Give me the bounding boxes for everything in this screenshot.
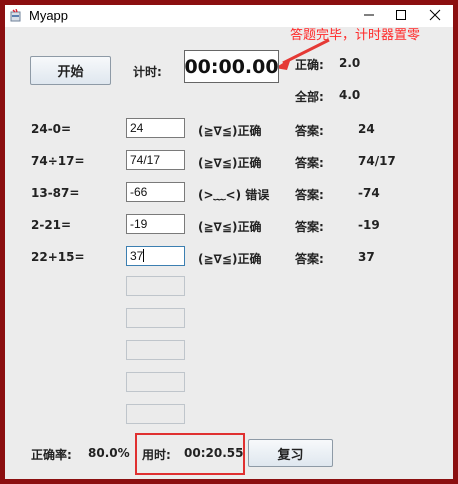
maximize-button[interactable] — [385, 5, 417, 25]
accuracy-value: 80.0% — [88, 446, 130, 460]
result-status: (≧∇≦)正确 — [198, 220, 262, 234]
question-text: 13-87= — [31, 186, 80, 200]
close-button[interactable] — [419, 5, 451, 25]
result-status: (≧∇≦)正确 — [198, 124, 262, 138]
result-status: (≧∇≦)正确 — [198, 252, 262, 266]
app-window: Myapp 答题完毕，计时器置零 开始 计时: 00:00.00 正确: 2.0… — [5, 5, 453, 479]
empty-answer-input — [126, 372, 185, 392]
empty-answer-input — [126, 340, 185, 360]
question-text: 24-0= — [31, 122, 72, 136]
result-status: (>﹏<) 错误 — [198, 188, 270, 202]
answer-input-value: 37 — [130, 249, 144, 263]
answer-label: 答案: — [295, 124, 324, 138]
timer-label: 计时: — [133, 65, 162, 79]
accuracy-label: 正确率: — [31, 448, 72, 462]
answer-label: 答案: — [295, 156, 324, 170]
answer-input[interactable]: -19 — [126, 214, 185, 234]
java-app-icon — [10, 9, 21, 22]
total-label: 全部: — [295, 90, 324, 104]
empty-answer-input — [126, 404, 185, 424]
correct-answer: 74/17 — [358, 154, 396, 168]
correct-answer: -74 — [358, 186, 380, 200]
correct-value: 2.0 — [339, 56, 361, 70]
question-text: 2-21= — [31, 218, 72, 232]
answer-input[interactable]: 74/17 — [126, 150, 185, 170]
question-text: 22+15= — [31, 250, 85, 264]
question-text: 74÷17= — [31, 154, 85, 168]
start-button[interactable]: 开始 — [30, 56, 111, 85]
answer-input[interactable]: 24 — [126, 118, 185, 138]
result-status: (≧∇≦)正确 — [198, 156, 262, 170]
elapsed-label: 用时: — [142, 448, 171, 462]
elapsed-value: 00:20.55 — [184, 446, 244, 460]
timer-display: 00:00.00 — [184, 50, 279, 83]
maximize-icon — [396, 10, 406, 20]
correct-answer: -19 — [358, 218, 380, 232]
text-caret — [143, 249, 145, 262]
answer-label: 答案: — [295, 220, 324, 234]
empty-answer-input — [126, 276, 185, 296]
empty-answer-input — [126, 308, 185, 328]
answer-label: 答案: — [295, 252, 324, 266]
answer-input[interactable]: 37 — [126, 246, 185, 266]
review-button[interactable]: 复习 — [248, 439, 333, 467]
answer-label: 答案: — [295, 188, 324, 202]
total-value: 4.0 — [339, 88, 361, 102]
minimize-icon — [364, 14, 374, 16]
minimize-button[interactable] — [353, 5, 385, 25]
window-title: Myapp — [29, 8, 69, 23]
correct-answer: 37 — [358, 250, 375, 264]
close-icon — [429, 9, 441, 21]
correct-answer: 24 — [358, 122, 375, 136]
answer-input[interactable]: -66 — [126, 182, 185, 202]
correct-label: 正确: — [295, 58, 324, 72]
